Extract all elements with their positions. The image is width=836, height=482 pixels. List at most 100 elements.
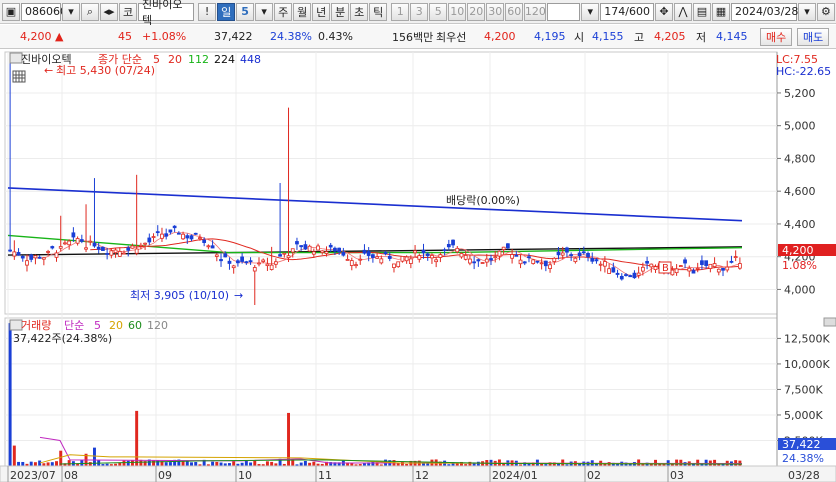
panel-resize-handle[interactable] xyxy=(823,317,836,327)
interval-5-button[interactable]: 5 xyxy=(429,2,448,21)
interval-60-button[interactable]: 60 xyxy=(505,2,524,21)
candle-body xyxy=(20,255,25,259)
interval-10-button[interactable]: 10 xyxy=(448,2,467,21)
date-dropdown-icon[interactable]: ▾ xyxy=(797,2,816,21)
candle-body xyxy=(257,262,261,265)
crosshair-icon[interactable]: ✥ xyxy=(654,2,673,21)
candle-body xyxy=(362,249,367,254)
volume-bar xyxy=(219,462,223,466)
stock-code-input[interactable]: 086060 xyxy=(21,2,67,21)
candle-body xyxy=(430,255,434,259)
date-field[interactable]: 2024/03/28 xyxy=(730,2,798,21)
day-dropdown-icon[interactable]: ▾ xyxy=(255,2,274,21)
buy-button[interactable]: 매수 xyxy=(760,28,793,46)
change-value: 45 xyxy=(118,30,132,43)
tab-second[interactable]: 초 xyxy=(350,2,369,21)
candle-body xyxy=(493,256,498,259)
volume-bar xyxy=(476,461,480,466)
candle-body xyxy=(303,244,308,250)
save-icon[interactable]: ▤ xyxy=(692,2,711,21)
stock-chart[interactable]: 5,200 5,000 4,800 4,600 4,400 4,200 4,000 12,50… xyxy=(0,50,836,482)
volume-tick-label: 10,000K xyxy=(784,358,830,371)
price-tick-label: 4,600 xyxy=(784,185,816,198)
candle-body xyxy=(278,254,282,257)
volume-bar xyxy=(190,462,193,466)
tab-day[interactable]: 일 xyxy=(217,2,236,21)
candle-body xyxy=(202,239,207,243)
candle-body xyxy=(176,232,181,235)
chart-canvas[interactable]: 5,200 5,000 4,800 4,600 4,400 4,200 4,000 12,50… xyxy=(0,50,836,482)
indicator-icon[interactable]: ⋀ xyxy=(673,2,692,21)
candle-body xyxy=(463,255,468,260)
sell-button[interactable]: 매도 xyxy=(797,28,830,46)
candle-body xyxy=(29,254,34,260)
interval-custom-input[interactable] xyxy=(547,2,581,21)
bar-count-total: /600 xyxy=(625,5,650,18)
open-value: 4,155 xyxy=(592,30,624,43)
candle-body xyxy=(299,245,304,248)
volume-bar xyxy=(50,462,54,466)
volume-bar xyxy=(232,461,236,466)
search-icon[interactable]: ⌕ xyxy=(81,2,99,21)
open-label: 시 xyxy=(574,30,585,44)
settings-gear-icon[interactable]: ⚙ xyxy=(816,2,835,21)
candle-body xyxy=(480,262,485,264)
tab-month[interactable]: 월 xyxy=(293,2,312,21)
candle-body xyxy=(12,251,17,257)
interval-120-button[interactable]: 120 xyxy=(524,2,547,21)
calendar-icon[interactable]: ▦ xyxy=(711,2,730,21)
tab-year[interactable]: 년 xyxy=(312,2,331,21)
candle-body xyxy=(375,256,379,259)
candle-body xyxy=(594,259,599,262)
interval-3-button[interactable]: 3 xyxy=(410,2,429,21)
interval-20-button[interactable]: 20 xyxy=(467,2,486,21)
speaker-icon[interactable]: ◂▸ xyxy=(100,2,118,21)
volume-current-label: 37,422주(24.38%) xyxy=(13,332,112,345)
high-annotation: 최고 5,430 (07/24) xyxy=(56,64,155,77)
candle-body xyxy=(54,252,59,258)
candle-body xyxy=(556,251,561,256)
candle-body xyxy=(160,233,164,239)
volume-bar xyxy=(80,459,84,466)
candle-body xyxy=(155,231,160,234)
quote-info-bar: 4,200 ▲ 45 +1.08% 37,422 24.38% 0.43% 15… xyxy=(0,25,836,49)
price-tick-label: 4,400 xyxy=(784,218,816,231)
volume-bar xyxy=(371,461,375,466)
candle-body xyxy=(611,267,616,273)
candle-body xyxy=(252,267,257,272)
candle-body xyxy=(404,256,409,262)
interval-dropdown-icon[interactable]: ▾ xyxy=(581,2,600,21)
volume-bar xyxy=(135,410,139,466)
alert-icon[interactable]: ! xyxy=(198,2,217,21)
current-price: 4,200 ▲ xyxy=(20,30,63,43)
candle-body xyxy=(438,254,443,258)
ma-legend-224: 224 xyxy=(214,53,235,66)
candle-body xyxy=(139,244,143,247)
candle-body xyxy=(33,255,38,259)
candle-body xyxy=(227,260,232,264)
tab-minute[interactable]: 분 xyxy=(331,2,350,21)
tab-tick[interactable]: 틱 xyxy=(369,2,388,21)
best-bid-price-2: 4,195 xyxy=(534,30,566,43)
day-count-field[interactable]: 5 xyxy=(236,2,255,21)
volume-bar xyxy=(194,461,198,466)
candle-body xyxy=(624,274,628,276)
volume-tick-label: 7,500K xyxy=(784,383,823,396)
volume-bar xyxy=(130,459,134,466)
dropdown-arrow-icon[interactable]: ▾ xyxy=(62,2,80,21)
candle-body xyxy=(733,256,738,258)
window-icon[interactable]: ▣ xyxy=(2,2,20,21)
x-tick-label: 12 xyxy=(415,469,429,482)
volume-bar xyxy=(29,461,33,466)
candle-body xyxy=(506,243,510,249)
tab-week[interactable]: 주 xyxy=(274,2,293,21)
stock-name-field[interactable]: 진바이오텍 xyxy=(138,0,195,27)
candle-body xyxy=(708,263,713,269)
candle-body xyxy=(442,249,447,252)
volume-tick-label: 12,500K xyxy=(784,332,830,345)
interval-30-button[interactable]: 30 xyxy=(486,2,505,21)
candle-body xyxy=(565,247,569,253)
candle-body xyxy=(619,275,624,280)
interval-1-button[interactable]: 1 xyxy=(391,2,410,21)
bar-count-field[interactable]: 174/600 xyxy=(600,2,654,21)
